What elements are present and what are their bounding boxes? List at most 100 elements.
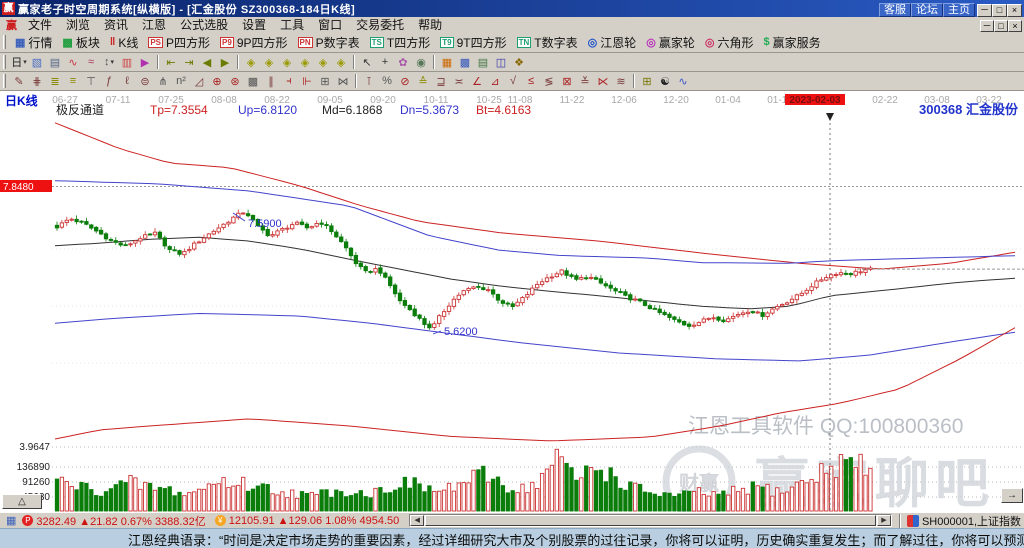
chart-tool-icon-11[interactable]: ⇥ <box>180 54 198 70</box>
toolbar-button-赢家服务[interactable]: $赢家服务 <box>758 33 825 52</box>
draw-tool-icon-25[interactable]: ⊒ <box>432 73 450 89</box>
draw-tool-icon-7[interactable]: ℓ <box>118 73 136 89</box>
draw-tool-icon-32[interactable]: ⊠ <box>558 73 576 89</box>
draw-tool-icon-27[interactable]: ∠ <box>468 73 486 89</box>
toolbar-button-9T四方形[interactable]: T99T四方形 <box>435 33 511 52</box>
draw-tool-icon-12[interactable]: ⊕ <box>208 73 226 89</box>
draw-tool-icon-4[interactable]: ≡ <box>64 73 82 89</box>
horizontal-scrollbar[interactable]: ◀ ▶ <box>409 514 892 527</box>
draw-tool-icon-30[interactable]: ≤ <box>522 73 540 89</box>
chart-tool-icon-15[interactable]: ◈ <box>242 54 260 70</box>
scrollbar-thumb[interactable] <box>425 515 876 526</box>
chart-tool-icon-27[interactable]: ▦ <box>438 54 456 70</box>
draw-tool-icon-1[interactable]: ✎ <box>10 73 28 89</box>
titlebar-link-2[interactable]: 论坛 <box>911 3 943 17</box>
chart-tool-icon-29[interactable]: ▤ <box>474 54 492 70</box>
menu-item-窗口[interactable]: 窗口 <box>311 16 349 33</box>
chart-tool-icon-19[interactable]: ◈ <box>314 54 332 70</box>
draw-tool-icon-34[interactable]: ⋉ <box>594 73 612 89</box>
toolbar-button-P数字表[interactable]: PNP数字表 <box>293 33 365 52</box>
draw-tool-icon-15[interactable]: ∥ <box>262 73 280 89</box>
draw-tool-icon-11[interactable]: ◿ <box>190 73 208 89</box>
mdi-close-button[interactable]: × <box>1008 20 1022 32</box>
toolbar-grip[interactable] <box>3 74 6 88</box>
restore-button[interactable]: □ <box>992 4 1007 17</box>
chart-tool-icon-23[interactable]: + <box>376 54 394 70</box>
draw-tool-icon-35[interactable]: ≋ <box>612 73 630 89</box>
toolbar-button-T数字表[interactable]: TNT数字表 <box>512 33 583 52</box>
menu-item-设置[interactable]: 设置 <box>235 16 273 33</box>
draw-tool-icon-9[interactable]: ⋔ <box>154 73 172 89</box>
toolbar-button-六角形[interactable]: ◎六角形 <box>700 33 759 52</box>
toolbar-button-赢家轮[interactable]: ◎赢家轮 <box>641 33 700 52</box>
toolbar-button-9P四方形[interactable]: P99P四方形 <box>215 33 292 52</box>
chart-tool-icon-31[interactable]: ❖ <box>510 54 528 70</box>
chart-tool-icon-25[interactable]: ◉ <box>412 54 430 70</box>
menu-item-文件[interactable]: 文件 <box>21 16 59 33</box>
draw-tool-icon-3[interactable]: ≣ <box>46 73 64 89</box>
draw-tool-icon-6[interactable]: ƒ <box>100 73 118 89</box>
titlebar-link-1[interactable]: 客服 <box>879 3 911 17</box>
close-button[interactable]: × <box>1007 4 1022 17</box>
draw-tool-icon-21[interactable]: ⊺ <box>360 73 378 89</box>
draw-tool-icon-8[interactable]: ⊜ <box>136 73 154 89</box>
draw-tool-icon-26[interactable]: ≍ <box>450 73 468 89</box>
chart-tool-icon-3[interactable]: ▤ <box>46 54 64 70</box>
chart-tool-icon-12[interactable]: ◀ <box>198 54 216 70</box>
chart-tool-icon-2[interactable]: ▧ <box>28 54 46 70</box>
draw-tool-icon-31[interactable]: ≶ <box>540 73 558 89</box>
minimize-button[interactable]: － <box>977 4 992 17</box>
draw-tool-icon-18[interactable]: ⊞ <box>316 73 334 89</box>
chart-tool-icon-8[interactable]: ▶ <box>136 54 154 70</box>
draw-tool-icon-24[interactable]: ≙ <box>414 73 432 89</box>
toolbar-button-P四方形[interactable]: PSP四方形 <box>143 33 215 52</box>
chart-tool-icon-13[interactable]: ▶ <box>216 54 234 70</box>
menu-item-浏览[interactable]: 浏览 <box>59 16 97 33</box>
toolbar-button-T四方形[interactable]: TST四方形 <box>365 33 436 52</box>
scroll-right-button[interactable]: ▶ <box>877 515 891 526</box>
toolbar-button-行情[interactable]: ▦行情 <box>10 33 57 52</box>
toolbar-button-江恩轮[interactable]: ◎江恩轮 <box>583 33 642 52</box>
chart-tool-icon-4[interactable]: ∿ <box>64 54 82 70</box>
toolbar-grip[interactable] <box>3 35 6 49</box>
draw-tool-icon-16[interactable]: ⫞ <box>280 73 298 89</box>
chart-tool-icon-24[interactable]: ✿ <box>394 54 412 70</box>
index-quote-2[interactable]: 12105.91 ▲129.06 1.08% 4954.50 <box>229 515 400 527</box>
draw-tool-icon-38[interactable]: ☯ <box>656 73 674 89</box>
titlebar-link-3[interactable]: 主页 <box>943 3 975 17</box>
draw-tool-icon-29[interactable]: √ <box>504 73 522 89</box>
index-quote-1[interactable]: 3282.49 ▲21.82 0.67% 3388.32亿 <box>36 513 205 529</box>
chart-tool-icon-30[interactable]: ◫ <box>492 54 510 70</box>
mdi-restore-button[interactable]: □ <box>994 20 1008 32</box>
draw-tool-icon-17[interactable]: ⊩ <box>298 73 316 89</box>
draw-tool-icon-2[interactable]: ⋕ <box>28 73 46 89</box>
draw-tool-icon-19[interactable]: ⋈ <box>334 73 352 89</box>
expand-panel-button[interactable]: △ <box>2 494 42 509</box>
chart-tool-icon-22[interactable]: ↖ <box>358 54 376 70</box>
chart-tool-icon-6[interactable]: ↕▾ <box>100 54 118 70</box>
chart-tool-icon-5[interactable]: ≈ <box>82 54 100 70</box>
menu-item-公式选股[interactable]: 公式选股 <box>173 16 235 33</box>
chart-tool-icon-10[interactable]: ⇤ <box>162 54 180 70</box>
draw-tool-icon-14[interactable]: ▩ <box>244 73 262 89</box>
candlestick-chart[interactable]: 江恩工具软件 QQ:100800360赢家聊吧财赢06-2707-1107-25… <box>0 91 1024 512</box>
quote-grid-icon[interactable]: ▦ <box>6 514 16 527</box>
scroll-left-button[interactable]: ◀ <box>410 515 424 526</box>
chart-tool-icon-20[interactable]: ◈ <box>332 54 350 70</box>
chart-tool-icon-18[interactable]: ◈ <box>296 54 314 70</box>
draw-tool-icon-23[interactable]: ⊘ <box>396 73 414 89</box>
chart-tool-icon-28[interactable]: ▩ <box>456 54 474 70</box>
draw-tool-icon-33[interactable]: ≚ <box>576 73 594 89</box>
chart-tool-icon-7[interactable]: ▥ <box>118 54 136 70</box>
menu-item-帮助[interactable]: 帮助 <box>411 16 449 33</box>
draw-tool-icon-37[interactable]: ⊞ <box>638 73 656 89</box>
menu-item-工具[interactable]: 工具 <box>273 16 311 33</box>
draw-tool-icon-39[interactable]: ∿ <box>674 73 692 89</box>
draw-tool-icon-22[interactable]: % <box>378 73 396 89</box>
chart-scroll-right-button[interactable]: → <box>1001 488 1023 503</box>
toolbar-button-板块[interactable]: ▩板块 <box>57 33 104 52</box>
draw-tool-icon-10[interactable]: n² <box>172 73 190 89</box>
mdi-minimize-button[interactable]: － <box>980 20 994 32</box>
current-index-label[interactable]: SH000001,上证指数 <box>922 513 1021 529</box>
menu-item-交易委托[interactable]: 交易委托 <box>349 16 411 33</box>
